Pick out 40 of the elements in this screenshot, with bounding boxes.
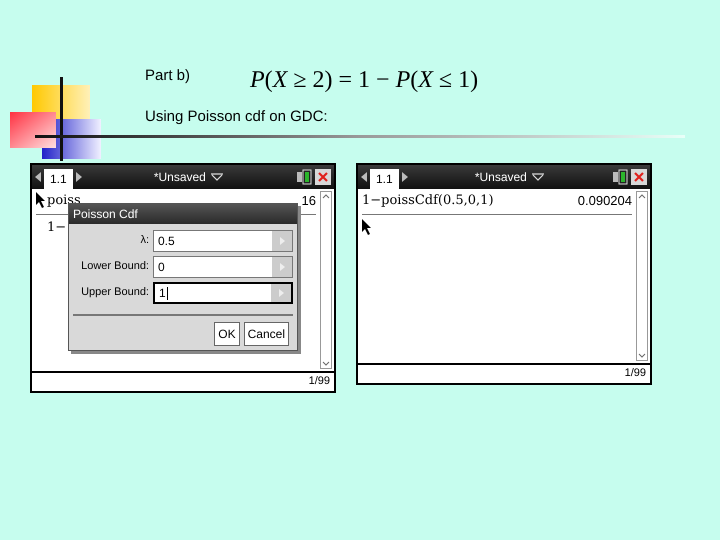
battery-icon xyxy=(296,168,312,184)
expression-text: 1−poissCdf(0.5,0,1) xyxy=(362,192,494,210)
right-arrow-icon[interactable] xyxy=(402,172,408,182)
pointer-icon xyxy=(36,192,46,208)
part-heading: Part b) xyxy=(145,66,192,86)
document-title: *Unsaved xyxy=(474,168,527,186)
subheading-text: Using Poisson cdf on GDC: xyxy=(145,107,329,127)
field-label: λ: xyxy=(139,233,149,248)
page-tab[interactable]: 1.1 xyxy=(44,168,73,188)
page-indicator: 1/99 xyxy=(308,374,330,390)
pointer-icon xyxy=(362,218,372,234)
close-icon[interactable] xyxy=(315,168,331,184)
document-title: *Unsaved xyxy=(154,168,206,186)
dialog-button[interactable]: Cancel xyxy=(244,322,289,346)
field-label: Upper Bound: xyxy=(80,285,149,300)
input-field[interactable]: 0.5 xyxy=(153,230,293,252)
close-icon[interactable] xyxy=(631,168,647,184)
input-field[interactable]: 0 xyxy=(153,256,293,278)
scrollbar[interactable] xyxy=(636,190,648,360)
input-field[interactable]: 1 xyxy=(153,282,293,304)
result-text: 16 xyxy=(302,192,316,210)
result-text: 0.090204 xyxy=(578,192,632,210)
scroll-down-icon[interactable] xyxy=(637,352,647,360)
caret-icon[interactable] xyxy=(530,172,545,180)
left-arrow-icon[interactable] xyxy=(361,172,367,182)
scroll-up-icon[interactable] xyxy=(321,192,331,200)
battery-icon xyxy=(612,168,628,184)
field-label: Lower Bound: xyxy=(80,259,149,274)
dialog-button[interactable]: OK xyxy=(214,322,240,346)
dialog-title: Poisson Cdf xyxy=(69,204,297,224)
scroll-up-icon[interactable] xyxy=(637,192,647,200)
formula-text: P(X ≥ 2) = 1 − P(X ≤ 1) xyxy=(250,66,478,95)
caret-icon[interactable] xyxy=(210,172,224,180)
page-tab[interactable]: 1.1 xyxy=(370,168,399,188)
page-indicator: 1/99 xyxy=(624,366,646,382)
left-arrow-icon[interactable] xyxy=(35,172,41,182)
scrollbar[interactable] xyxy=(320,190,332,368)
scroll-down-icon[interactable] xyxy=(321,360,331,368)
expression-text: 1− xyxy=(47,218,66,237)
right-arrow-icon[interactable] xyxy=(76,172,82,182)
